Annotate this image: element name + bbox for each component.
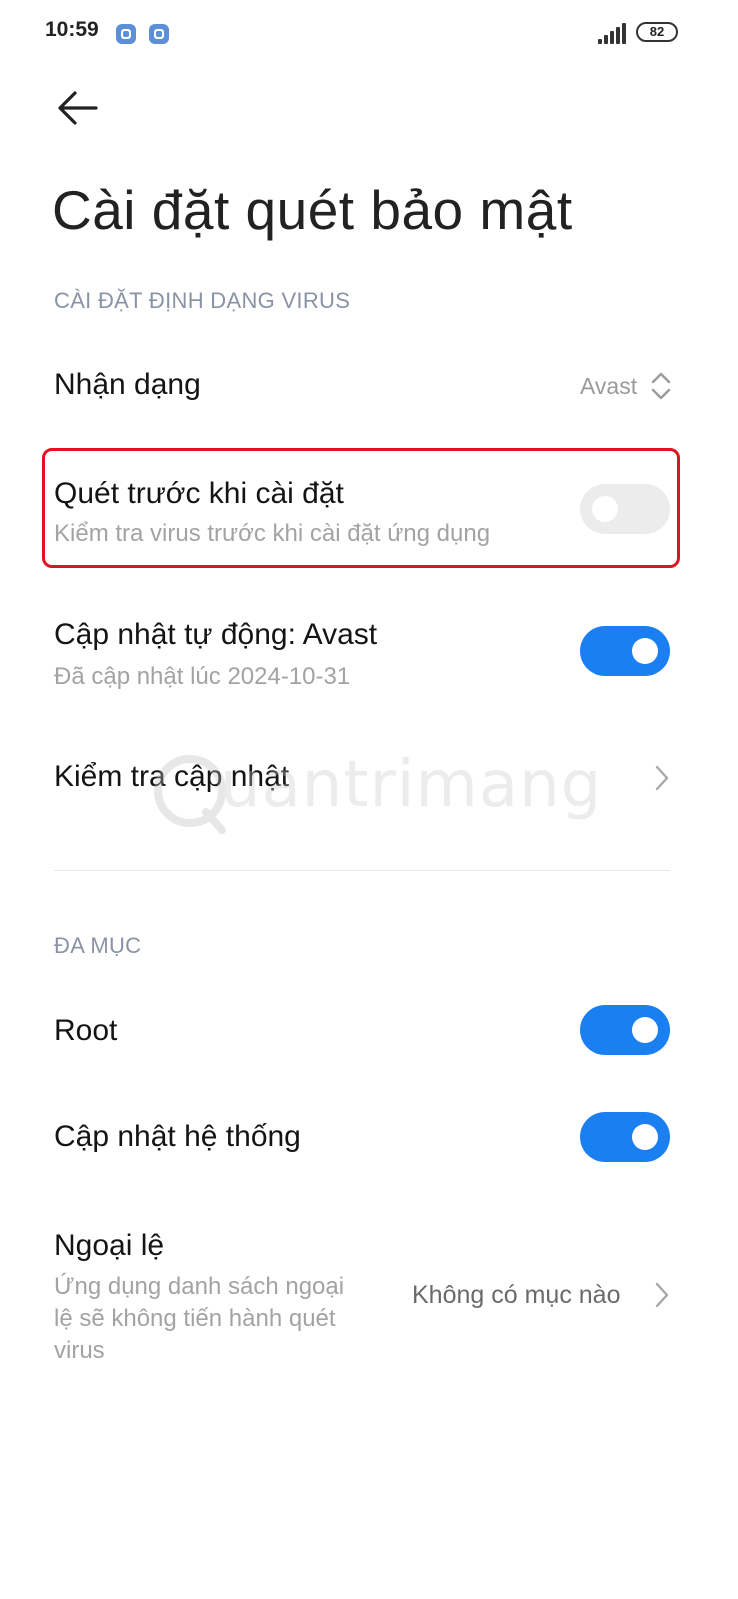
battery-level: 82 bbox=[649, 24, 665, 39]
chevron-right-icon bbox=[655, 765, 669, 791]
toggle-knob bbox=[632, 638, 658, 664]
page-title: Cài đặt quét bảo mật bbox=[52, 179, 573, 241]
auto-update-row[interactable]: Cập nhật tự động: Avast Đã cập nhật lúc … bbox=[0, 605, 738, 705]
section-divider bbox=[54, 870, 670, 871]
exceptions-subtitle-line: Ứng dụng danh sách ngoại bbox=[54, 1273, 345, 1300]
exceptions-title: Ngoại lệ bbox=[54, 1229, 165, 1262]
toggle-knob bbox=[632, 1124, 658, 1150]
toggle-knob bbox=[632, 1017, 658, 1043]
notification-app-icon bbox=[116, 24, 136, 44]
exceptions-subtitle-line: lệ sẽ không tiến hành quét bbox=[54, 1305, 336, 1332]
exceptions-subtitle-line: virus bbox=[54, 1337, 105, 1364]
watermark-icon bbox=[154, 755, 226, 834]
root-title: Root bbox=[54, 1014, 118, 1047]
exceptions-row[interactable]: Ngoại lệ Ứng dụng danh sách ngoại lệ sẽ … bbox=[0, 1215, 738, 1375]
system-update-toggle[interactable] bbox=[580, 1112, 670, 1162]
auto-update-subtitle: Đã cập nhật lúc 2024-10-31 bbox=[54, 663, 351, 690]
watermark-text: uantrimang bbox=[220, 748, 603, 822]
notification-app-icon bbox=[149, 24, 169, 44]
system-update-title: Cập nhật hệ thống bbox=[54, 1120, 301, 1153]
watermark-logo: uantrimang bbox=[150, 742, 601, 842]
identify-row[interactable]: Nhận dạng Avast bbox=[0, 340, 738, 430]
up-down-chevron-icon bbox=[651, 372, 671, 400]
system-update-row[interactable]: Cập nhật hệ thống bbox=[0, 1092, 738, 1182]
back-button[interactable] bbox=[56, 88, 100, 128]
highlight-box bbox=[42, 448, 680, 568]
battery-icon: 82 bbox=[636, 22, 678, 42]
section-header-misc: ĐA MỤC bbox=[54, 933, 142, 958]
identify-value: Avast bbox=[580, 373, 638, 399]
section-header-virus: CÀI ĐẶT ĐỊNH DẠNG VIRUS bbox=[54, 288, 351, 313]
exceptions-value: Không có mục nào bbox=[412, 1281, 621, 1309]
auto-update-title: Cập nhật tự động: Avast bbox=[54, 618, 378, 651]
status-time: 10:59 bbox=[45, 18, 99, 41]
arrow-left-icon bbox=[58, 91, 98, 125]
root-row[interactable]: Root bbox=[0, 985, 738, 1075]
identify-title: Nhận dạng bbox=[54, 368, 201, 401]
auto-update-toggle[interactable] bbox=[580, 626, 670, 676]
signal-icon bbox=[598, 22, 628, 44]
chevron-right-icon bbox=[655, 1282, 669, 1308]
root-toggle[interactable] bbox=[580, 1005, 670, 1055]
